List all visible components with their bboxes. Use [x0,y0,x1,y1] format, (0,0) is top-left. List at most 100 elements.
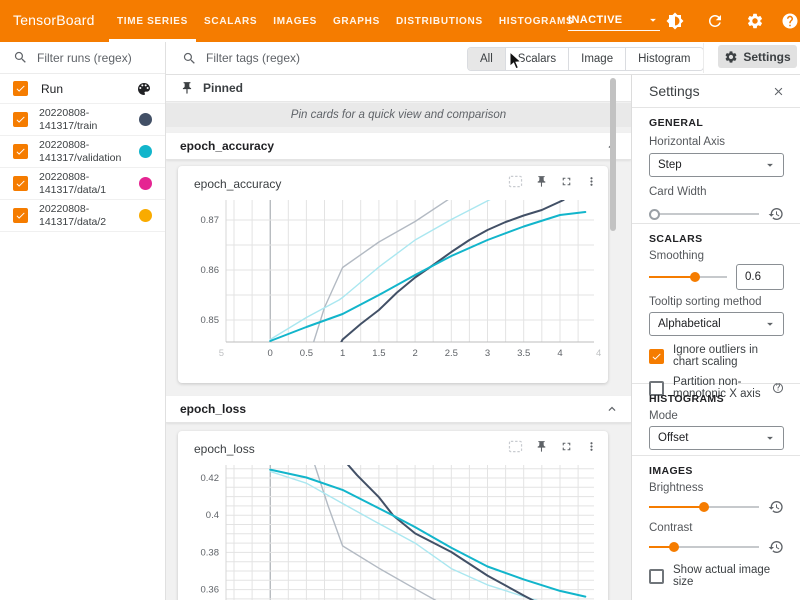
tab-scalars[interactable]: SCALARS [196,0,265,42]
settings-section-general: GENERAL Horizontal Axis Step Card Width [632,108,800,224]
tags-toolbar: Filter tags (regex) All Scalars Image Hi… [166,42,800,75]
gear-icon [724,50,738,64]
chip-histogram[interactable]: Histogram [625,48,702,70]
app-header: TensorBoard TIME SERIES SCALARS IMAGES G… [0,0,800,42]
tab-images[interactable]: IMAGES [265,0,325,42]
svg-text:0.42: 0.42 [201,473,220,484]
tab-distributions[interactable]: DISTRIBUTIONS [388,0,491,42]
contrast-slider[interactable] [649,541,759,553]
run-checkbox[interactable] [13,112,28,127]
tag-type-filter-group: All Scalars Image Histogram [467,47,704,71]
reset-icon[interactable] [768,499,784,515]
status-label: INACTIVE [568,14,623,26]
card-epoch-accuracy: epoch_accuracy 0.850.860.8700.511.522.53… [178,166,608,383]
svg-text:3.5: 3.5 [517,348,530,359]
brightness-slider[interactable] [649,501,759,513]
smoothing-slider[interactable] [649,271,727,283]
select-all-runs-checkbox[interactable] [13,81,28,96]
run-checkbox[interactable] [13,176,28,191]
settings-panel: Settings GENERAL Horizontal Axis Step Ca… [631,75,800,600]
tooltip-sorting-dropdown[interactable]: Alphabetical [649,312,784,336]
close-icon[interactable] [772,85,785,98]
svg-text:4: 4 [557,348,562,359]
tab-time-series[interactable]: TIME SERIES [109,0,196,42]
chip-all[interactable]: All [468,48,505,70]
run-row-train[interactable]: 20220808-141317/train [0,104,165,136]
scrollbar-thumb[interactable] [610,78,616,231]
settings-button-label: Settings [743,50,790,64]
horizontal-axis-dropdown[interactable]: Step [649,153,784,177]
pin-icon[interactable] [535,175,548,188]
show-actual-size-checkbox[interactable] [649,569,664,584]
section-header-epoch-accuracy[interactable]: epoch_accuracy [166,133,631,160]
fit-to-data-icon[interactable] [508,175,523,188]
run-checkbox[interactable] [13,208,28,223]
contrast-label: Contrast [649,522,784,534]
settings-panel-title: Settings [649,83,700,99]
filter-runs-input[interactable]: Filter runs (regex) [0,42,165,74]
svg-text:1: 1 [340,348,345,359]
svg-text:0: 0 [268,348,273,359]
reset-icon[interactable] [768,206,784,222]
histogram-mode-label: Mode [649,410,784,422]
dropdown-value: Alphabetical [658,318,721,330]
refresh-icon[interactable] [706,12,724,30]
run-row-validation[interactable]: 20220808-141317/validation [0,136,165,168]
more-options-icon[interactable] [585,440,598,453]
smoothing-value-input[interactable]: 0.6 [736,264,784,290]
tab-graphs[interactable]: GRAPHS [325,0,388,42]
pinned-empty-banner: Pin cards for a quick view and compariso… [166,103,631,127]
fullscreen-icon[interactable] [560,175,573,188]
chevron-down-icon [646,13,660,27]
svg-text:0.36: 0.36 [201,585,220,596]
palette-icon[interactable] [136,81,152,97]
svg-text:0.87: 0.87 [201,215,220,226]
epoch-accuracy-chart[interactable]: 0.850.860.8700.511.522.533.5454 [180,194,604,366]
help-icon[interactable] [772,382,784,394]
reload-status-dropdown[interactable]: INACTIVE [568,10,660,31]
fullscreen-icon[interactable] [560,440,573,453]
settings-button[interactable]: Settings [718,45,797,68]
tensorboard-app: TensorBoard TIME SERIES SCALARS IMAGES G… [0,0,800,600]
histogram-mode-dropdown[interactable]: Offset [649,426,784,450]
filter-tags-input[interactable]: Filter tags (regex) [182,42,300,74]
chip-image[interactable]: Image [568,48,625,70]
section-header-epoch-loss[interactable]: epoch_loss [166,396,631,423]
chip-scalars[interactable]: Scalars [505,48,568,70]
card-toolbar [508,440,598,453]
horizontal-axis-label: Horizontal Axis [649,136,784,148]
run-row-data-1[interactable]: 20220808-141317/data/1 [0,168,165,200]
chevron-down-icon [763,431,777,445]
cards-scroll-area: Pinned Pin cards for a quick view and co… [166,75,631,600]
svg-text:4: 4 [596,348,601,359]
section-title: epoch_accuracy [180,139,274,153]
ignore-outliers-checkbox[interactable] [649,349,664,364]
ignore-outliers-label: Ignore outliers in chart scaling [673,344,784,368]
search-icon [13,50,28,65]
svg-text:0.38: 0.38 [201,547,220,558]
chevron-up-icon[interactable] [605,402,619,416]
section-heading: GENERAL [649,117,784,129]
runs-header-row: Run [0,74,165,104]
card-width-slider[interactable] [649,208,759,220]
run-checkbox[interactable] [13,144,28,159]
run-row-data-2[interactable]: 20220808-141317/data/2 [0,200,165,232]
section-heading: IMAGES [649,465,784,477]
settings-section-histograms: HISTOGRAMS Mode Offset [632,384,800,456]
chevron-down-icon [763,317,777,331]
reset-icon[interactable] [768,539,784,555]
more-options-icon[interactable] [585,175,598,188]
settings-panel-header: Settings [632,75,800,108]
help-icon[interactable] [781,12,799,30]
app-title: TensorBoard [13,12,95,28]
run-color-dot [139,177,152,190]
fit-to-data-icon[interactable] [508,440,523,453]
gear-icon[interactable] [746,12,764,30]
run-label: 20220808-141317/data/1 [39,171,128,197]
runs-sidebar: Filter runs (regex) Run 20220808-141317/… [0,42,166,600]
pin-icon[interactable] [535,440,548,453]
epoch-loss-chart[interactable]: 0.420.40.380.360.34 [180,459,604,600]
card-title: epoch_loss [194,442,255,456]
brightness-toggle-icon[interactable] [666,12,684,30]
section-title: epoch_loss [180,402,246,416]
